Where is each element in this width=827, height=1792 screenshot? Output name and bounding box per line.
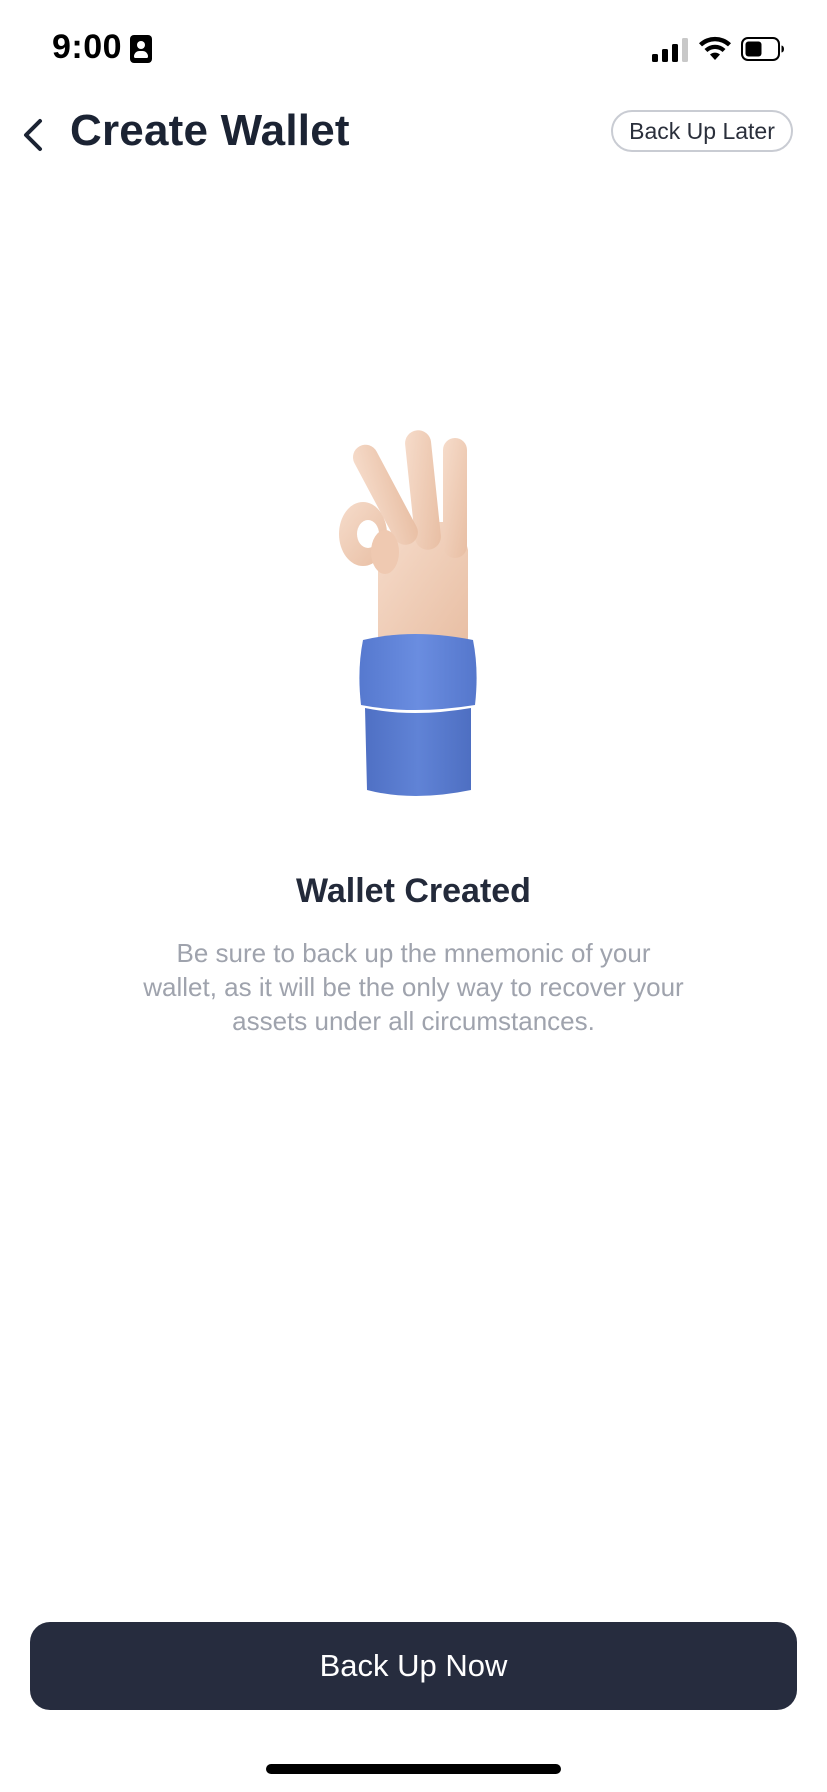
wallet-created-title: Wallet Created — [296, 872, 531, 910]
id-card-icon — [130, 35, 152, 63]
back-up-later-button[interactable]: Back Up Later — [611, 110, 793, 152]
back-up-now-button[interactable]: Back Up Now — [30, 1622, 797, 1710]
wifi-icon — [698, 36, 732, 62]
battery-icon — [741, 37, 785, 61]
ok-hand-illustration — [323, 430, 503, 800]
back-button[interactable] — [12, 110, 56, 160]
home-indicator — [266, 1764, 561, 1774]
status-time: 9:00 — [52, 28, 123, 66]
cellular-signal-icon — [652, 38, 690, 62]
status-bar: 9:00 — [0, 0, 827, 100]
backup-description: Be sure to back up the mnemonic of your … — [143, 938, 684, 1036]
chevron-left-icon — [24, 119, 42, 151]
page-title: Create Wallet — [70, 106, 350, 155]
